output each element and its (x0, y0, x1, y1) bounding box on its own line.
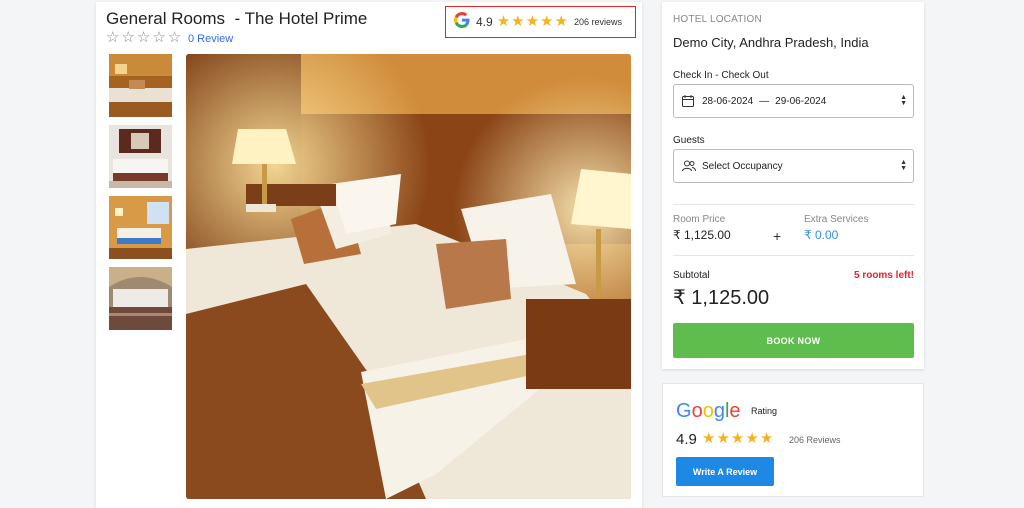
guests-label: Guests (673, 135, 705, 146)
room-details-card: General Rooms - The Hotel Prime ☆ ☆ ☆ ☆ … (96, 2, 642, 508)
guests-placeholder: Select Occupancy (702, 160, 783, 172)
star-icon: ★ (716, 430, 730, 447)
google-card-stars: ★ ★ ★ ★ ★ (702, 430, 774, 447)
star-icon: ★ (511, 13, 525, 30)
empty-star-icon[interactable]: ☆ (106, 30, 119, 45)
empty-star-icon[interactable]: ☆ (152, 30, 165, 45)
hotel-location-value: Demo City, Andhra Pradesh, India (673, 35, 869, 50)
review-count-link[interactable]: 0 Review (188, 33, 233, 45)
star-icon: ★ (702, 430, 716, 447)
google-badge-review-count: 206 reviews (573, 17, 622, 27)
booking-card: HOTEL LOCATION Demo City, Andhra Pradesh… (662, 2, 924, 369)
divider (673, 204, 914, 205)
google-card-review-count: 206 Reviews (789, 435, 841, 445)
checkout-date: 29-06-2024 (775, 95, 827, 107)
star-icon: ★ (745, 430, 759, 447)
google-logo: Google (676, 400, 741, 422)
plus-sign: + (773, 228, 782, 244)
google-card-score: 4.9 (676, 431, 697, 448)
room-thumbnail-1[interactable] (109, 54, 172, 117)
star-icon: ★ (554, 13, 568, 30)
google-g-icon (454, 11, 470, 33)
star-icon: ★ (759, 430, 774, 447)
select-arrows-icon: ▲ ▼ (900, 159, 907, 172)
google-rating-badge[interactable]: 4.9 ★ ★ ★ ★ ★ 206 reviews (445, 6, 636, 38)
star-icon: ★ (525, 13, 540, 30)
google-rating-word: Rating (751, 406, 778, 416)
star-icon: ★ (540, 13, 554, 30)
room-price-value: ₹ 1,125.00 (673, 228, 731, 242)
empty-star-icon[interactable]: ☆ (137, 30, 150, 45)
calendar-icon (682, 94, 696, 108)
users-icon (682, 159, 696, 173)
room-thumbnail-4[interactable] (109, 267, 172, 330)
date-range-picker[interactable]: 28-06-2024 — 29-06-2024 ▲ ▼ (673, 84, 914, 118)
room-title: General Rooms - The Hotel Prime (106, 9, 368, 28)
write-review-button[interactable]: Write A Review (676, 457, 774, 486)
extra-services-value[interactable]: ₹ 0.00 (804, 228, 838, 242)
checkin-checkout-label: Check In - Check Out (673, 70, 769, 81)
subtotal-label: Subtotal (673, 270, 710, 281)
date-separator: — (759, 95, 770, 107)
divider (673, 255, 914, 256)
google-badge-stars: ★ ★ ★ ★ ★ (496, 13, 569, 30)
google-rating-card: Google Rating 4.9 ★ ★ ★ ★ ★ 206 Reviews Writ… (662, 383, 924, 497)
room-price-label: Room Price (673, 214, 726, 225)
empty-star-icon[interactable]: ☆ (168, 30, 181, 45)
guests-select[interactable]: Select Occupancy ▲ ▼ (673, 149, 914, 183)
select-arrows-icon: ▲ ▼ (900, 94, 907, 107)
subtotal-value: ₹ 1,125.00 (673, 287, 770, 309)
hotel-location-label: HOTEL LOCATION (673, 14, 762, 25)
rooms-left-notice: 5 rooms left! (853, 270, 914, 281)
empty-star-icon[interactable]: ☆ (121, 30, 134, 45)
main-room-photo[interactable] (186, 54, 631, 499)
room-star-rating[interactable]: ☆ ☆ ☆ ☆ ☆ (106, 30, 181, 45)
google-badge-score: 4.9 (476, 15, 493, 29)
star-icon: ★ (730, 430, 745, 447)
room-thumbnail-3[interactable] (109, 196, 172, 259)
book-now-button[interactable]: BOOK NOW (673, 323, 914, 358)
star-icon: ★ (496, 13, 511, 30)
room-thumbnail-2[interactable] (109, 125, 172, 188)
thumbnail-strip (109, 54, 172, 338)
checkin-date: 28-06-2024 (702, 95, 754, 107)
extra-services-label: Extra Services (804, 214, 869, 225)
